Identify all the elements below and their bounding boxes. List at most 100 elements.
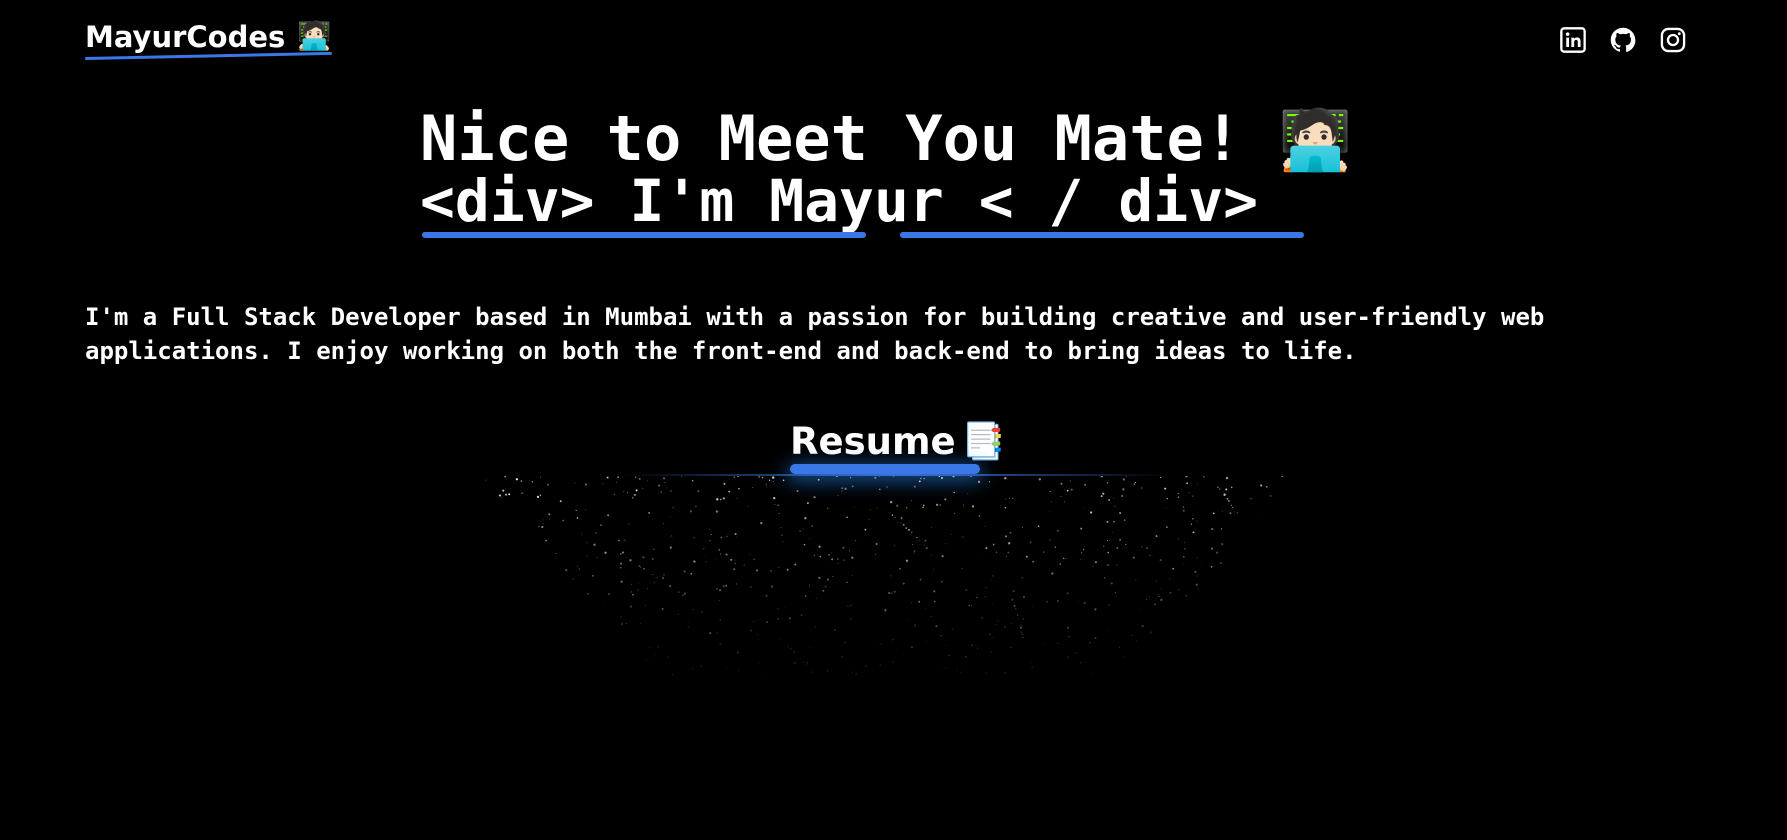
- sparkle-particle: [985, 664, 987, 666]
- sparkle-particle: [1104, 577, 1106, 579]
- sparkle-particle: [617, 476, 619, 478]
- sparkle-particle: [941, 581, 943, 583]
- sparkle-particle: [663, 573, 665, 576]
- sparkle-particle: [751, 621, 753, 622]
- sparkle-particle: [1074, 652, 1077, 654]
- sparkle-particle: [1234, 511, 1236, 513]
- sparkle-particle: [1114, 592, 1117, 594]
- sparkle-particle: [761, 476, 764, 479]
- linkedin-link[interactable]: [1559, 26, 1587, 54]
- sparkle-particle: [1062, 557, 1065, 560]
- sparkle-particle: [538, 526, 540, 528]
- sparkle-particle: [691, 667, 694, 670]
- sparkle-particle: [905, 559, 909, 562]
- sparkle-particle: [941, 478, 943, 480]
- sparkle-particle: [657, 646, 659, 648]
- sparkle-particle: [693, 560, 696, 563]
- sparkle-particle: [1012, 590, 1015, 593]
- sparkle-particle: [1030, 666, 1034, 669]
- sparkle-particle: [559, 500, 562, 503]
- sparkle-particle: [1110, 582, 1113, 585]
- sparkle-particle: [1108, 499, 1111, 501]
- sparkle-particle: [773, 496, 776, 500]
- resume-link[interactable]: Resume 📑: [790, 420, 1005, 463]
- sparkle-particle: [864, 528, 867, 531]
- sparkle-particle: [753, 558, 755, 560]
- sparkle-particle: [837, 494, 839, 496]
- sparkle-particle: [596, 557, 598, 559]
- sparkle-particle: [828, 554, 830, 556]
- sparkle-particle: [806, 661, 809, 664]
- sparkle-particle: [892, 661, 894, 663]
- sparkle-particle: [710, 533, 712, 535]
- sparkle-particle: [941, 555, 944, 558]
- sparkle-particle: [1084, 483, 1087, 486]
- sparkle-particle: [806, 502, 809, 505]
- sparkle-particle: [1060, 495, 1062, 497]
- sparkle-particle: [1076, 667, 1078, 669]
- sparkle-particle: [637, 589, 639, 591]
- hero-subtitle-underline-right: [900, 232, 1304, 238]
- sparkle-particle: [950, 534, 952, 536]
- sparkle-particle: [971, 605, 973, 607]
- sparkle-particle: [1021, 577, 1024, 579]
- sparkle-particle: [995, 551, 998, 554]
- sparkle-particle: [852, 604, 854, 606]
- sparkle-particle: [1057, 530, 1059, 532]
- sparkle-particle: [918, 600, 921, 603]
- sparkle-particle: [940, 635, 942, 637]
- sparkle-particle: [772, 476, 775, 479]
- sparkle-particle: [1149, 554, 1151, 557]
- sparkle-particle: [662, 477, 666, 480]
- sparkle-particle: [645, 658, 647, 660]
- sparkle-particle: [1016, 614, 1019, 616]
- sparkle-particle: [766, 485, 767, 487]
- sparkle-particle: [1135, 482, 1136, 483]
- sparkle-particle: [1021, 633, 1024, 636]
- sparkle-particle: [630, 591, 632, 593]
- sparkle-particle: [749, 554, 751, 556]
- sparkle-particle: [693, 537, 695, 539]
- sparkle-particle: [1038, 478, 1041, 481]
- sparkle-particle: [604, 551, 607, 554]
- sparkle-particle: [1013, 662, 1015, 664]
- sparkle-particle: [968, 604, 970, 607]
- sparkle-particle: [633, 493, 637, 496]
- sparkle-particle: [1077, 600, 1079, 602]
- sparkle-particle: [932, 572, 934, 574]
- logo-link[interactable]: MayurCodes 🧑🏻‍💻: [84, 20, 332, 60]
- sparkle-particle: [586, 555, 588, 557]
- sparkle-particle: [782, 541, 784, 542]
- sparkle-particle: [682, 594, 684, 597]
- instagram-link[interactable]: [1659, 26, 1687, 54]
- sparkle-particle: [846, 516, 848, 519]
- sparkle-particle: [985, 586, 987, 588]
- sparkle-particle: [789, 617, 791, 620]
- sparkle-particle: [634, 476, 637, 478]
- sparkle-particle: [758, 638, 760, 640]
- sparkle-particle: [1066, 489, 1069, 492]
- sparkle-particle: [919, 578, 922, 581]
- sparkle-particle: [629, 605, 633, 608]
- sparkle-particle: [809, 646, 812, 649]
- sparkle-particle: [868, 518, 870, 521]
- sparkle-particle: [1194, 570, 1197, 573]
- sparkle-particle: [548, 518, 550, 520]
- sparkle-particle: [1050, 639, 1052, 641]
- sparkle-particle: [705, 561, 707, 563]
- sparkle-particle: [1151, 631, 1152, 633]
- github-link[interactable]: [1609, 26, 1637, 54]
- sparkle-particle: [1192, 495, 1194, 497]
- sparkle-particle: [985, 547, 988, 550]
- sparkle-particle: [1057, 642, 1059, 645]
- sparkle-particle: [979, 556, 981, 558]
- sparkle-particle: [777, 504, 780, 507]
- sparkle-particle: [1092, 565, 1094, 568]
- sparkle-particle: [879, 664, 882, 667]
- sparkle-particle: [671, 673, 674, 676]
- sparkle-particle: [697, 490, 700, 493]
- sparkle-particle: [781, 534, 783, 536]
- sparkle-particle: [508, 493, 511, 496]
- sparkle-particle: [933, 568, 935, 570]
- sparkle-particle: [786, 568, 789, 571]
